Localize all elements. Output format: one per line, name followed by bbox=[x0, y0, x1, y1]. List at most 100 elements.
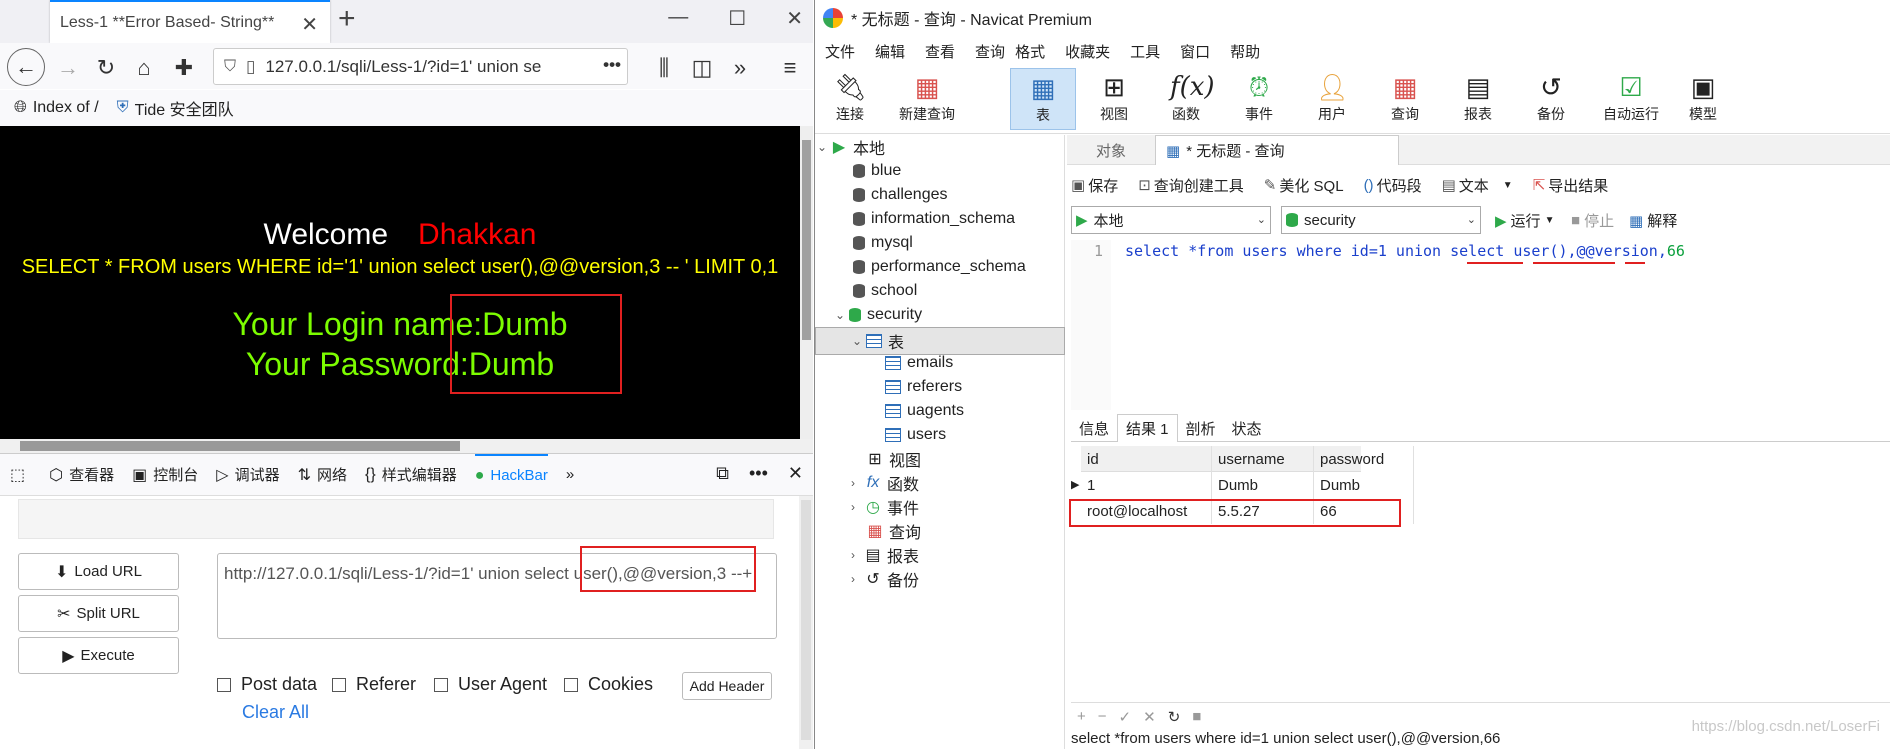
new-tab-icon[interactable]: + bbox=[338, 2, 356, 36]
tab-info[interactable]: 信息 bbox=[1071, 414, 1117, 442]
page-horizontal-scrollbar[interactable] bbox=[0, 439, 813, 453]
tab-inspector[interactable]: ⬡ 查看器 bbox=[49, 464, 114, 485]
cookies-checkbox[interactable]: Cookies bbox=[564, 674, 653, 695]
explain-button[interactable]: ▦ 解释 bbox=[1629, 210, 1677, 231]
column-header[interactable]: id bbox=[1081, 446, 1212, 472]
tool-report[interactable]: ▤ 报表 bbox=[1445, 68, 1511, 130]
stop-button[interactable]: ■ 停止 bbox=[1571, 210, 1614, 231]
tool-model[interactable]: ▣ 模型 bbox=[1670, 68, 1736, 130]
tab-console[interactable]: ▣ 控制台 bbox=[132, 464, 198, 485]
menu-tools[interactable]: 工具 bbox=[1130, 41, 1160, 62]
picker-icon[interactable]: ⬚ bbox=[10, 465, 31, 485]
tab-style-editor[interactable]: {} 样式编辑器 bbox=[365, 464, 457, 485]
bookmark-index[interactable]: 🌐︎ Index of / bbox=[14, 99, 99, 117]
post-data-checkbox[interactable]: Post data bbox=[217, 674, 317, 695]
column-header[interactable]: password bbox=[1314, 446, 1414, 472]
stop-icon[interactable]: ■ bbox=[1192, 708, 1201, 725]
tab-debugger[interactable]: ▷ 调试器 bbox=[216, 464, 279, 485]
sql-editor[interactable]: 1 select *from users where id=1 union se… bbox=[1071, 240, 1890, 410]
more-tabs-icon[interactable]: » bbox=[566, 466, 574, 483]
tab-status[interactable]: 状态 bbox=[1224, 414, 1270, 442]
tree-events[interactable]: › ◷ 事件 bbox=[851, 495, 919, 519]
tree-db-challenges[interactable]: challenges bbox=[853, 183, 948, 207]
tool-new-query[interactable]: ▦ 新建查询 bbox=[881, 68, 973, 130]
url-bar[interactable]: ⛉ ▯ 127.0.0.1/sqli/Less-1/?id=1' union s… bbox=[213, 48, 628, 85]
discard-icon[interactable]: ✕ bbox=[1143, 708, 1156, 726]
tool-table[interactable]: ▦ 表 bbox=[1010, 68, 1076, 130]
tree-root[interactable]: ⌄ ▶ 本地 bbox=[817, 135, 885, 159]
apply-icon[interactable]: ✓ bbox=[1119, 708, 1132, 726]
tab-objects[interactable]: 对象 bbox=[1067, 135, 1155, 165]
tree-db-school[interactable]: school bbox=[853, 279, 917, 303]
tree-table-uagents[interactable]: uagents bbox=[885, 399, 964, 423]
devtools-menu-icon[interactable]: ••• bbox=[749, 463, 768, 484]
menu-favorites[interactable]: 收藏夹 bbox=[1065, 41, 1110, 62]
menu-format[interactable]: 格式 bbox=[1015, 41, 1045, 62]
tab-profile[interactable]: 剖析 bbox=[1178, 414, 1224, 442]
tab-result-1[interactable]: 结果 1 bbox=[1117, 414, 1178, 442]
connection-select[interactable]: ▶ 本地 ⌄ bbox=[1071, 206, 1271, 234]
back-arrow-icon[interactable]: ← bbox=[7, 48, 45, 86]
code-snippet-button[interactable]: () 代码段 bbox=[1364, 175, 1432, 196]
tree-db-information-schema[interactable]: information_schema bbox=[853, 207, 1015, 231]
dock-icon[interactable]: ⧉ bbox=[716, 463, 729, 484]
menu-view[interactable]: 查看 bbox=[925, 41, 955, 62]
forward-arrow-icon[interactable]: → bbox=[50, 50, 86, 86]
run-button[interactable]: ▶ 运行 ▼ bbox=[1495, 210, 1554, 231]
table-cell[interactable]: Dumb bbox=[1212, 472, 1314, 498]
tree-table-users[interactable]: users bbox=[885, 423, 946, 447]
tree-db-blue[interactable]: blue bbox=[853, 159, 901, 183]
refresh-icon[interactable]: ↻ bbox=[1168, 708, 1181, 726]
column-header[interactable]: username bbox=[1212, 446, 1314, 472]
table-cell[interactable]: Dumb bbox=[1314, 472, 1414, 498]
load-url-button[interactable]: ⬇ Load URL bbox=[18, 553, 179, 590]
tab-hackbar[interactable]: ● HackBar bbox=[474, 453, 548, 496]
tree-table-emails[interactable]: emails bbox=[885, 351, 953, 375]
clear-all-link[interactable]: Clear All bbox=[242, 702, 309, 723]
tree-functions[interactable]: › fx 函数 bbox=[851, 471, 919, 495]
browser-tab[interactable]: Less-1 **Error Based- String** ✕ bbox=[50, 0, 330, 43]
add-header-button[interactable]: Add Header bbox=[682, 672, 772, 700]
database-select[interactable]: security ⌄ bbox=[1281, 206, 1481, 234]
tree-views[interactable]: ⊞ 视图 bbox=[867, 447, 921, 471]
menu-icon[interactable]: ≡ bbox=[772, 50, 808, 86]
tree-queries[interactable]: ▦ 查询 bbox=[867, 519, 921, 543]
query-builder-button[interactable]: ⊡ 查询创建工具 bbox=[1138, 175, 1254, 196]
menu-file[interactable]: 文件 bbox=[825, 41, 855, 62]
tree-db-performance-schema[interactable]: performance_schema bbox=[853, 255, 1026, 279]
tab-network[interactable]: ⇅ 网络 bbox=[298, 464, 347, 485]
delete-row-icon[interactable]: − bbox=[1098, 708, 1107, 725]
maximize-icon[interactable]: ☐ bbox=[728, 6, 746, 31]
reload-icon[interactable]: ↻ bbox=[88, 50, 124, 86]
tool-automation[interactable]: ☑ 自动运行 bbox=[1591, 68, 1671, 130]
menu-window[interactable]: 窗口 bbox=[1180, 41, 1210, 62]
tree-reports[interactable]: › ▤ 报表 bbox=[851, 543, 919, 567]
user-agent-checkbox[interactable]: User Agent bbox=[434, 674, 547, 695]
devtools-scrollbar[interactable] bbox=[799, 496, 813, 749]
menu-edit[interactable]: 编辑 bbox=[875, 41, 905, 62]
tree-db-mysql[interactable]: mysql bbox=[853, 231, 913, 255]
split-url-button[interactable]: ✂ Split URL bbox=[18, 595, 179, 632]
library-icon[interactable]: ⫼ bbox=[646, 50, 682, 86]
tool-query[interactable]: ▦ 查询 bbox=[1372, 68, 1438, 130]
close-window-icon[interactable]: ✕ bbox=[786, 6, 803, 31]
table-row[interactable]: ▶ 1 Dumb Dumb bbox=[1071, 472, 1414, 498]
tree-backups[interactable]: › ↺ 备份 bbox=[851, 567, 919, 591]
devtools-close-icon[interactable]: ✕ bbox=[788, 463, 803, 484]
bookmark-tide[interactable]: ⛨ Tide 安全团队 bbox=[117, 96, 234, 120]
execute-button[interactable]: ▶ Execute bbox=[18, 637, 179, 674]
table-cell[interactable]: 1 bbox=[1081, 472, 1212, 498]
page-vertical-scrollbar[interactable] bbox=[800, 126, 813, 439]
tool-view[interactable]: ⊞ 视图 bbox=[1081, 68, 1147, 130]
referer-checkbox[interactable]: Referer bbox=[332, 674, 416, 695]
minimize-icon[interactable]: — bbox=[668, 6, 688, 31]
page-actions-icon[interactable]: ••• bbox=[603, 55, 621, 75]
beautify-sql-button[interactable]: ✎ 美化 SQL bbox=[1264, 175, 1354, 196]
tool-connect[interactable]: 🔌︎ 连接 bbox=[817, 68, 883, 130]
tool-function[interactable]: f(x) 函数 bbox=[1153, 68, 1219, 130]
text-button[interactable]: ▤ 文本 ▼ bbox=[1442, 175, 1523, 196]
menu-query[interactable]: 查询 bbox=[975, 41, 1005, 62]
add-row-icon[interactable]: + bbox=[1077, 708, 1086, 725]
overflow-icon[interactable]: » bbox=[722, 50, 758, 86]
sidebar-icon[interactable]: ◫ bbox=[684, 50, 720, 86]
